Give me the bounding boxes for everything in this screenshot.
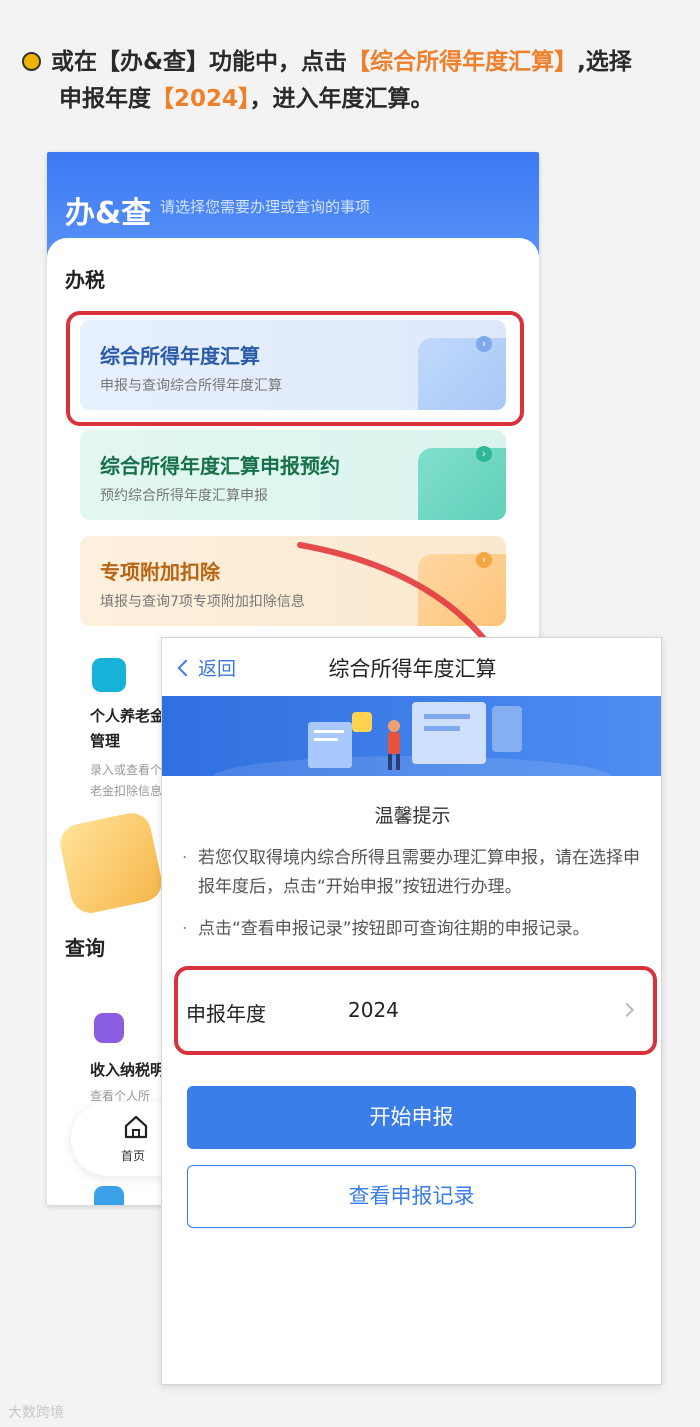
tab-home-label[interactable]: 首页 bbox=[121, 1147, 145, 1164]
tile-pension-sub-1: 录入或查看个 bbox=[90, 763, 163, 777]
chevron-right-icon: › bbox=[476, 552, 492, 568]
page-title: 综合所得年度汇算 bbox=[328, 657, 497, 681]
tip-text-1: 若您仅取得境内综合所得且需要办理汇算申报，请在选择申报年度后，点击“开始申报”按… bbox=[182, 844, 642, 902]
card-special-deduction[interactable]: 专项附加扣除 填报与查询7项专项附加扣除信息 › bbox=[80, 536, 506, 626]
instruction-part-1: 或在【办&查】功能中，点击 bbox=[51, 49, 348, 75]
header-subtitle: 请选择您需要办理或查询的事项 bbox=[160, 198, 371, 216]
section-title-tax: 办税 bbox=[65, 268, 105, 292]
tile-pension-title-1: 个人养老金 bbox=[90, 707, 166, 725]
instruction-part-2: ,选择 bbox=[577, 49, 632, 75]
wallet-icon bbox=[92, 658, 126, 692]
view-records-button[interactable]: 查看申报记录 bbox=[187, 1165, 636, 1228]
banner-office-illustration-icon bbox=[212, 702, 612, 776]
highlight-box-tax-year bbox=[174, 966, 657, 1055]
navigation-bar: 返回 综合所得年度汇算 bbox=[162, 638, 661, 696]
tile-income-title: 收入纳税明 bbox=[90, 1061, 166, 1079]
watermark-logo: 大数跨境 bbox=[8, 1405, 64, 1421]
instruction-part-3: 申报年度 bbox=[59, 86, 151, 112]
card-appointment[interactable]: 综合所得年度汇算申报预约 预约综合所得年度汇算申报 › bbox=[80, 430, 506, 520]
tips-title: 温馨提示 bbox=[374, 805, 451, 827]
tile-pension-title-2: 管理 bbox=[90, 732, 121, 750]
instruction-highlight-menu: 【综合所得年度汇算】 bbox=[347, 49, 578, 75]
banner-illustration bbox=[162, 696, 661, 776]
start-filing-button[interactable]: 开始申报 bbox=[187, 1086, 636, 1149]
section-title-query: 查询 bbox=[65, 936, 105, 960]
home-icon[interactable] bbox=[123, 1114, 149, 1140]
receipt-icon bbox=[94, 1013, 124, 1043]
card-title: 综合所得年度汇算申报预约 bbox=[100, 454, 340, 478]
instruction-text: 或在【办&查】功能中，点击【综合所得年度汇算】,选择 申报年度【2024】，进入… bbox=[22, 44, 682, 118]
highlight-box-annual-settlement bbox=[66, 311, 524, 426]
instruction-part-4: ，进入年度汇算。 bbox=[249, 86, 434, 112]
card-title: 专项附加扣除 bbox=[100, 560, 220, 584]
bullet-dot-icon bbox=[22, 52, 41, 71]
calendar-illustration-icon bbox=[418, 448, 506, 520]
pension-illustration-icon bbox=[56, 809, 166, 917]
document-icon bbox=[94, 1186, 124, 1205]
chevron-right-icon: › bbox=[476, 446, 492, 462]
card-subtitle: 填报与查询7项专项附加扣除信息 bbox=[100, 594, 305, 610]
tip-text-2: 点击“查看申报记录”按钮即可查询往期的申报记录。 bbox=[182, 915, 642, 944]
instruction-highlight-year: 【2024】 bbox=[151, 86, 250, 112]
form-illustration-icon bbox=[418, 554, 506, 626]
annual-settlement-screen: 返回 综合所得年度汇算 温馨提示 若您仅取得境内综合所得且需要办理汇算申报，请在… bbox=[161, 637, 662, 1385]
tile-pension-sub-2: 老金扣除信息 bbox=[90, 784, 163, 798]
card-subtitle: 预约综合所得年度汇算申报 bbox=[100, 488, 268, 504]
header-title: 办&查 bbox=[65, 196, 152, 231]
